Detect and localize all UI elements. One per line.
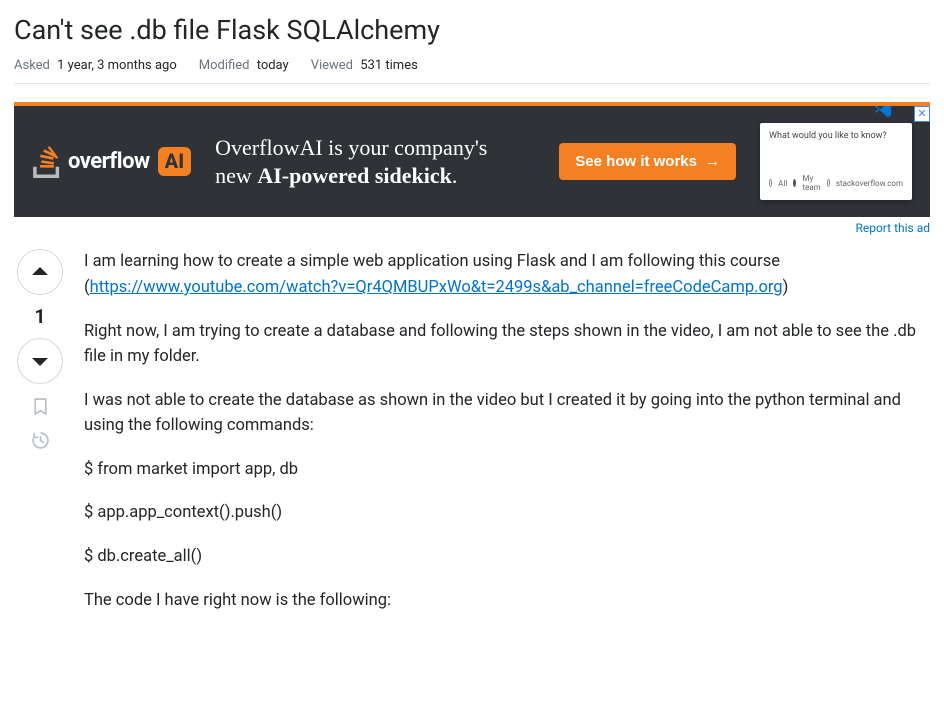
bookmark-icon bbox=[31, 397, 50, 416]
radio-icon bbox=[769, 179, 772, 187]
body-p1: I am learning how to create a simple web… bbox=[84, 249, 930, 300]
meta-asked-value: 1 year, 3 months ago bbox=[57, 58, 177, 73]
meta-modified-value: today bbox=[257, 58, 289, 73]
body-p3: I was not able to create the database as… bbox=[84, 388, 930, 439]
question-meta: Asked 1 year, 3 months ago Modified toda… bbox=[14, 58, 930, 84]
youtube-link[interactable]: https://www.youtube.com/watch?v=Qr4QMBUP… bbox=[90, 278, 783, 297]
meta-asked-label: Asked bbox=[14, 58, 50, 73]
vote-score: 1 bbox=[35, 305, 46, 328]
meta-asked: Asked 1 year, 3 months ago bbox=[14, 58, 177, 73]
ad-logo-text: overflow bbox=[68, 149, 150, 174]
arrow-right-icon: → bbox=[705, 153, 720, 170]
body-cmd3: $ db.create_all() bbox=[84, 544, 930, 570]
history-icon bbox=[31, 431, 50, 450]
vscode-icon bbox=[874, 102, 892, 119]
bookmark-button[interactable] bbox=[28, 394, 52, 418]
downvote-button[interactable] bbox=[17, 338, 63, 384]
meta-viewed-label: Viewed bbox=[311, 58, 353, 73]
stackoverflow-icon bbox=[32, 146, 62, 178]
ad-close-icon[interactable]: ✕ bbox=[914, 106, 930, 122]
ad-cta-label: See how it works bbox=[575, 153, 697, 170]
overflow-ai-logo: overflow AI bbox=[32, 146, 191, 178]
body-cmd2: $ app.app_context().push() bbox=[84, 500, 930, 526]
meta-modified-label: Modified bbox=[199, 58, 250, 73]
ad-logo-ai-badge: AI bbox=[158, 147, 191, 176]
meta-viewed: Viewed 531 times bbox=[311, 58, 418, 73]
ad-preview-panel: What would you like to know? All My team… bbox=[760, 123, 912, 200]
ad-copy-line1: OverflowAI is your company's bbox=[215, 134, 535, 162]
body-p2: Right now, I am trying to create a datab… bbox=[84, 319, 930, 370]
radio-icon bbox=[827, 179, 830, 187]
post-body: I am learning how to create a simple web… bbox=[84, 249, 930, 631]
caret-up-icon bbox=[31, 263, 49, 281]
upvote-button[interactable] bbox=[17, 249, 63, 295]
vote-cell: 1 bbox=[14, 249, 66, 631]
ad-banner[interactable]: ✕ overflow AI OverflowAI is your company… bbox=[14, 102, 930, 217]
body-cmd1: $ from market import app, db bbox=[84, 457, 930, 483]
caret-down-icon bbox=[31, 352, 49, 370]
post-layout: 1 I am learning how to create a simple w… bbox=[14, 249, 930, 631]
ad-copy-line2: new AI-powered sidekick. bbox=[215, 162, 535, 190]
meta-modified: Modified today bbox=[199, 58, 289, 73]
body-p4: The code I have right now is the followi… bbox=[84, 588, 930, 614]
radio-icon bbox=[793, 179, 796, 187]
ad-headline: OverflowAI is your company's new AI-powe… bbox=[215, 134, 535, 189]
question-title[interactable]: Can't see .db file Flask SQLAlchemy bbox=[14, 12, 930, 48]
ad-cta-button[interactable]: See how it works → bbox=[559, 143, 736, 180]
ad-panel-question: What would you like to know? bbox=[769, 131, 903, 141]
ad-panel-options: All My team stackoverflow.com bbox=[769, 174, 903, 192]
meta-viewed-value: 531 times bbox=[360, 58, 418, 73]
activity-button[interactable] bbox=[28, 428, 52, 452]
report-ad-link[interactable]: Report this ad bbox=[14, 221, 930, 235]
